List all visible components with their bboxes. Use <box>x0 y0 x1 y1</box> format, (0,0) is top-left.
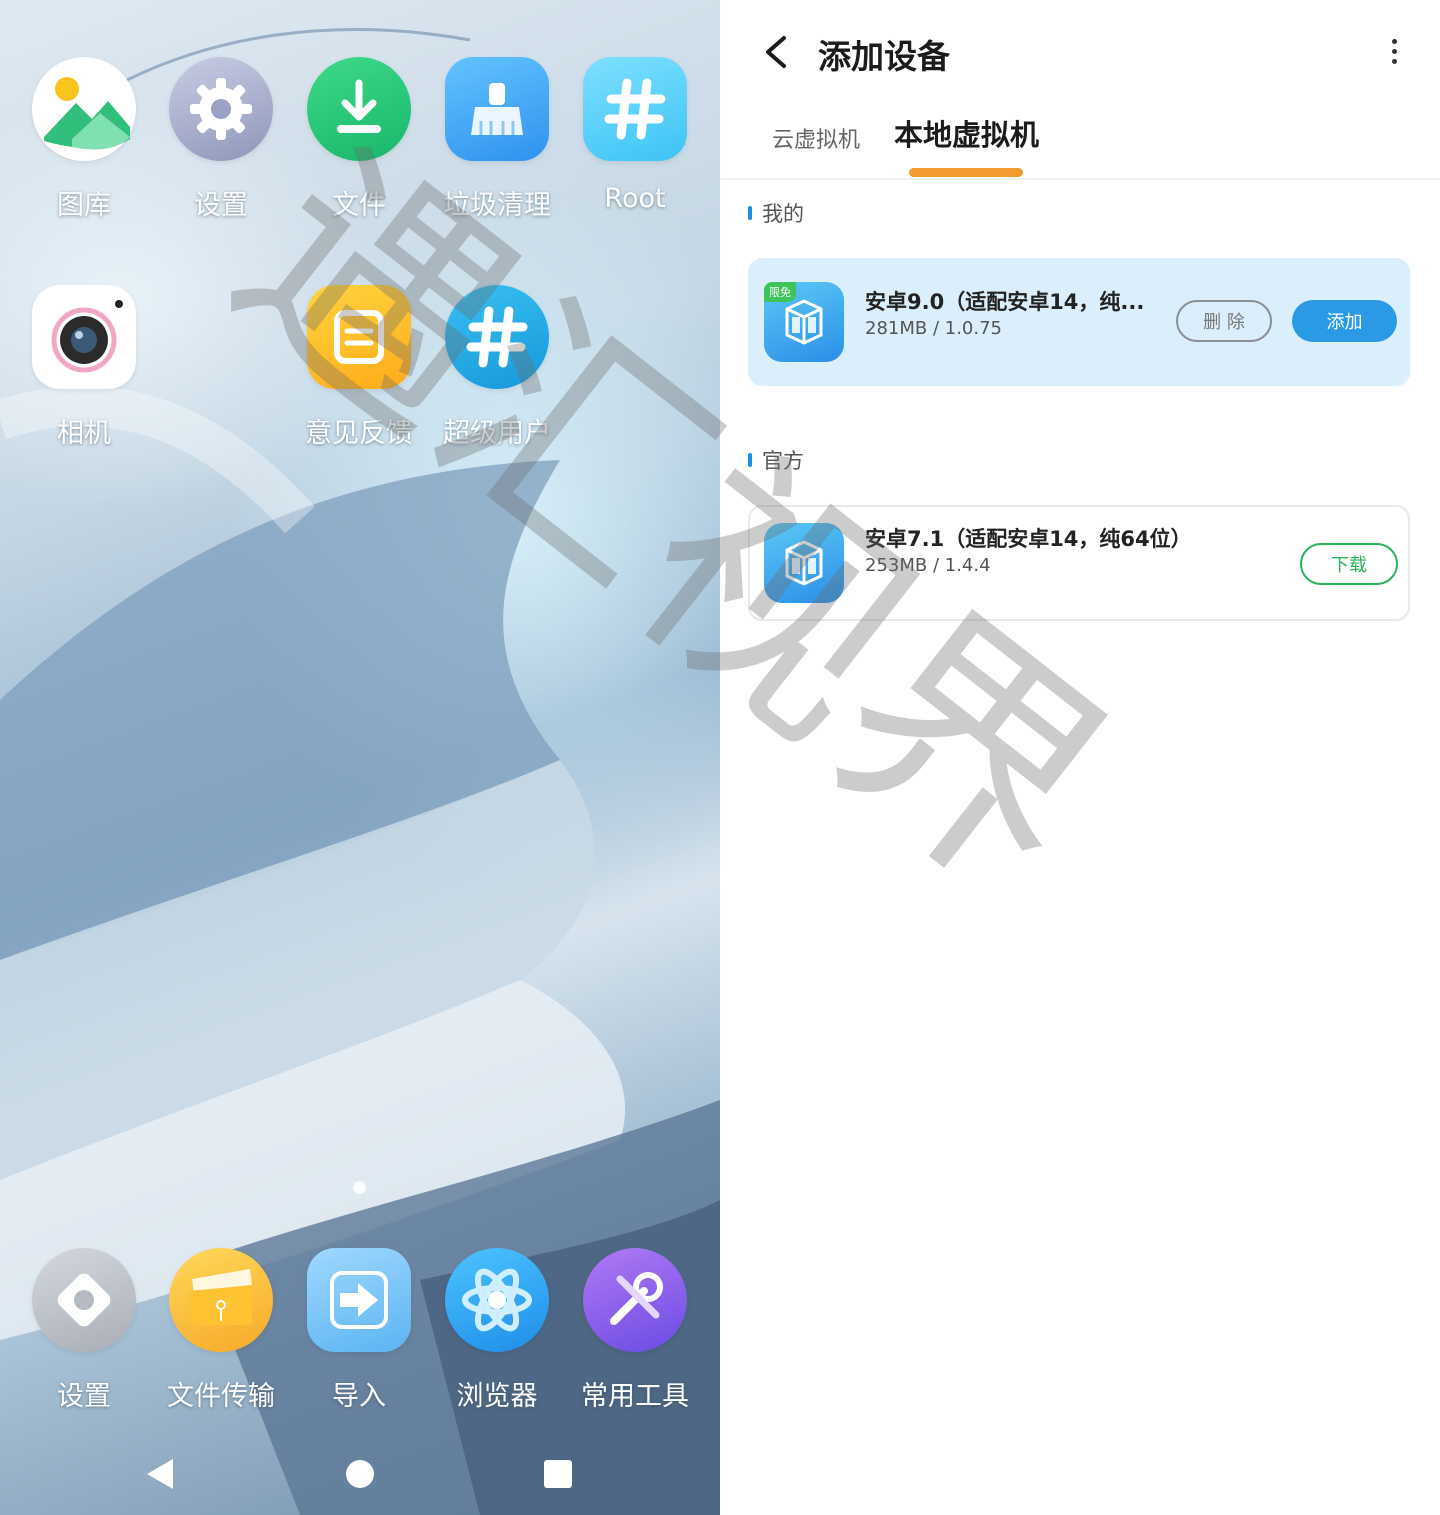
diamond-gear-icon <box>32 1248 136 1352</box>
tools-icon <box>583 1248 687 1352</box>
free-badge: 限免 <box>764 282 796 302</box>
app-label: 垃圾清理 <box>443 190 551 221</box>
cleaner-app[interactable]: 垃圾清理 <box>429 57 565 222</box>
file-transfer-app[interactable]: 文件传输 <box>153 1248 289 1413</box>
home-icon[interactable] <box>340 1454 380 1494</box>
add-button[interactable]: 添加 <box>1292 300 1397 342</box>
app-label: 常用工具 <box>581 1381 689 1412</box>
gear-icon <box>169 57 273 161</box>
app-label: 文件 <box>332 190 386 221</box>
section-marker <box>748 453 752 467</box>
gallery-app[interactable]: 图库 <box>16 57 152 222</box>
app-label: 设置 <box>194 190 248 221</box>
browser-app[interactable]: 浏览器 <box>429 1248 565 1413</box>
app-label: 超级用户 <box>443 418 551 449</box>
camera-app[interactable]: 相机 <box>16 285 152 450</box>
vm-box-icon: 限免 <box>764 282 844 362</box>
vm-box-icon <box>764 523 844 603</box>
home-screen: 图库 设置 文件 垃圾清理 Root 相机 意见反馈 超级用户 设置 文件传输 … <box>0 0 720 1515</box>
section-header-mine: 我的 <box>748 198 804 228</box>
section-marker <box>748 206 752 220</box>
tab-indicator <box>909 168 1023 177</box>
section-title: 官方 <box>762 449 804 473</box>
back-arrow-icon[interactable] <box>758 30 794 74</box>
section-header-official: 官方 <box>748 445 804 475</box>
app-label: 文件传输 <box>167 1381 275 1412</box>
dock-settings-app[interactable]: 设置 <box>16 1248 152 1413</box>
vm-name: 安卓9.0（适配安卓14，纯... <box>865 290 1145 314</box>
vm-size-version: 281MB / 1.0.75 <box>865 318 1002 339</box>
download-icon <box>307 57 411 161</box>
files-app[interactable]: 文件 <box>291 57 427 222</box>
app-label: 导入 <box>332 1381 386 1412</box>
superuser-app[interactable]: 超级用户 <box>429 285 565 450</box>
feedback-icon <box>307 285 411 389</box>
page-indicator <box>353 1181 366 1194</box>
vm-name: 安卓7.1（适配安卓14，纯64位） <box>865 527 1192 551</box>
back-icon[interactable] <box>140 1454 180 1494</box>
import-app[interactable]: 导入 <box>291 1248 427 1413</box>
broom-icon <box>445 57 549 161</box>
tab-local-vm[interactable]: 本地虚拟机 <box>894 112 1039 154</box>
vm-card-mine[interactable]: 限免 安卓9.0（适配安卓14，纯... 281MB / 1.0.75 删 除 … <box>748 258 1410 386</box>
delete-button[interactable]: 删 除 <box>1176 300 1272 342</box>
settings-app[interactable]: 设置 <box>153 57 289 222</box>
camera-icon <box>32 285 136 389</box>
tools-app[interactable]: 常用工具 <box>567 1248 703 1413</box>
add-device-screen: 添加设备 云虚拟机 本地虚拟机 我的 限免 安卓9.0（适配安卓14，纯... … <box>720 0 1440 1515</box>
folder-icon <box>169 1248 273 1352</box>
app-label: 意见反馈 <box>305 418 413 449</box>
app-label: 图库 <box>57 190 111 221</box>
app-label: 设置 <box>57 1381 111 1412</box>
app-label: 相机 <box>57 418 111 449</box>
download-button[interactable]: 下载 <box>1300 543 1398 585</box>
vm-size-version: 253MB / 1.4.4 <box>865 555 991 576</box>
feedback-app[interactable]: 意见反馈 <box>291 285 427 450</box>
divider <box>720 178 1440 180</box>
app-label: Root <box>604 183 666 214</box>
section-title: 我的 <box>762 202 804 226</box>
navigation-bar <box>0 1430 720 1515</box>
import-arrow-icon <box>307 1248 411 1352</box>
tab-cloud-vm[interactable]: 云虚拟机 <box>772 122 860 154</box>
hash-icon <box>583 57 687 161</box>
app-label: 浏览器 <box>456 1381 538 1412</box>
more-options-icon[interactable] <box>1382 34 1406 74</box>
atom-icon <box>445 1248 549 1352</box>
top-app-bar: 添加设备 <box>720 0 1440 100</box>
page-title: 添加设备 <box>818 37 950 76</box>
recents-icon[interactable] <box>538 1454 578 1494</box>
root-app[interactable]: Root <box>567 57 703 214</box>
hash-icon <box>445 285 549 389</box>
gallery-icon <box>32 57 136 161</box>
vm-card-official[interactable]: 安卓7.1（适配安卓14，纯64位） 253MB / 1.4.4 下载 <box>748 505 1410 621</box>
